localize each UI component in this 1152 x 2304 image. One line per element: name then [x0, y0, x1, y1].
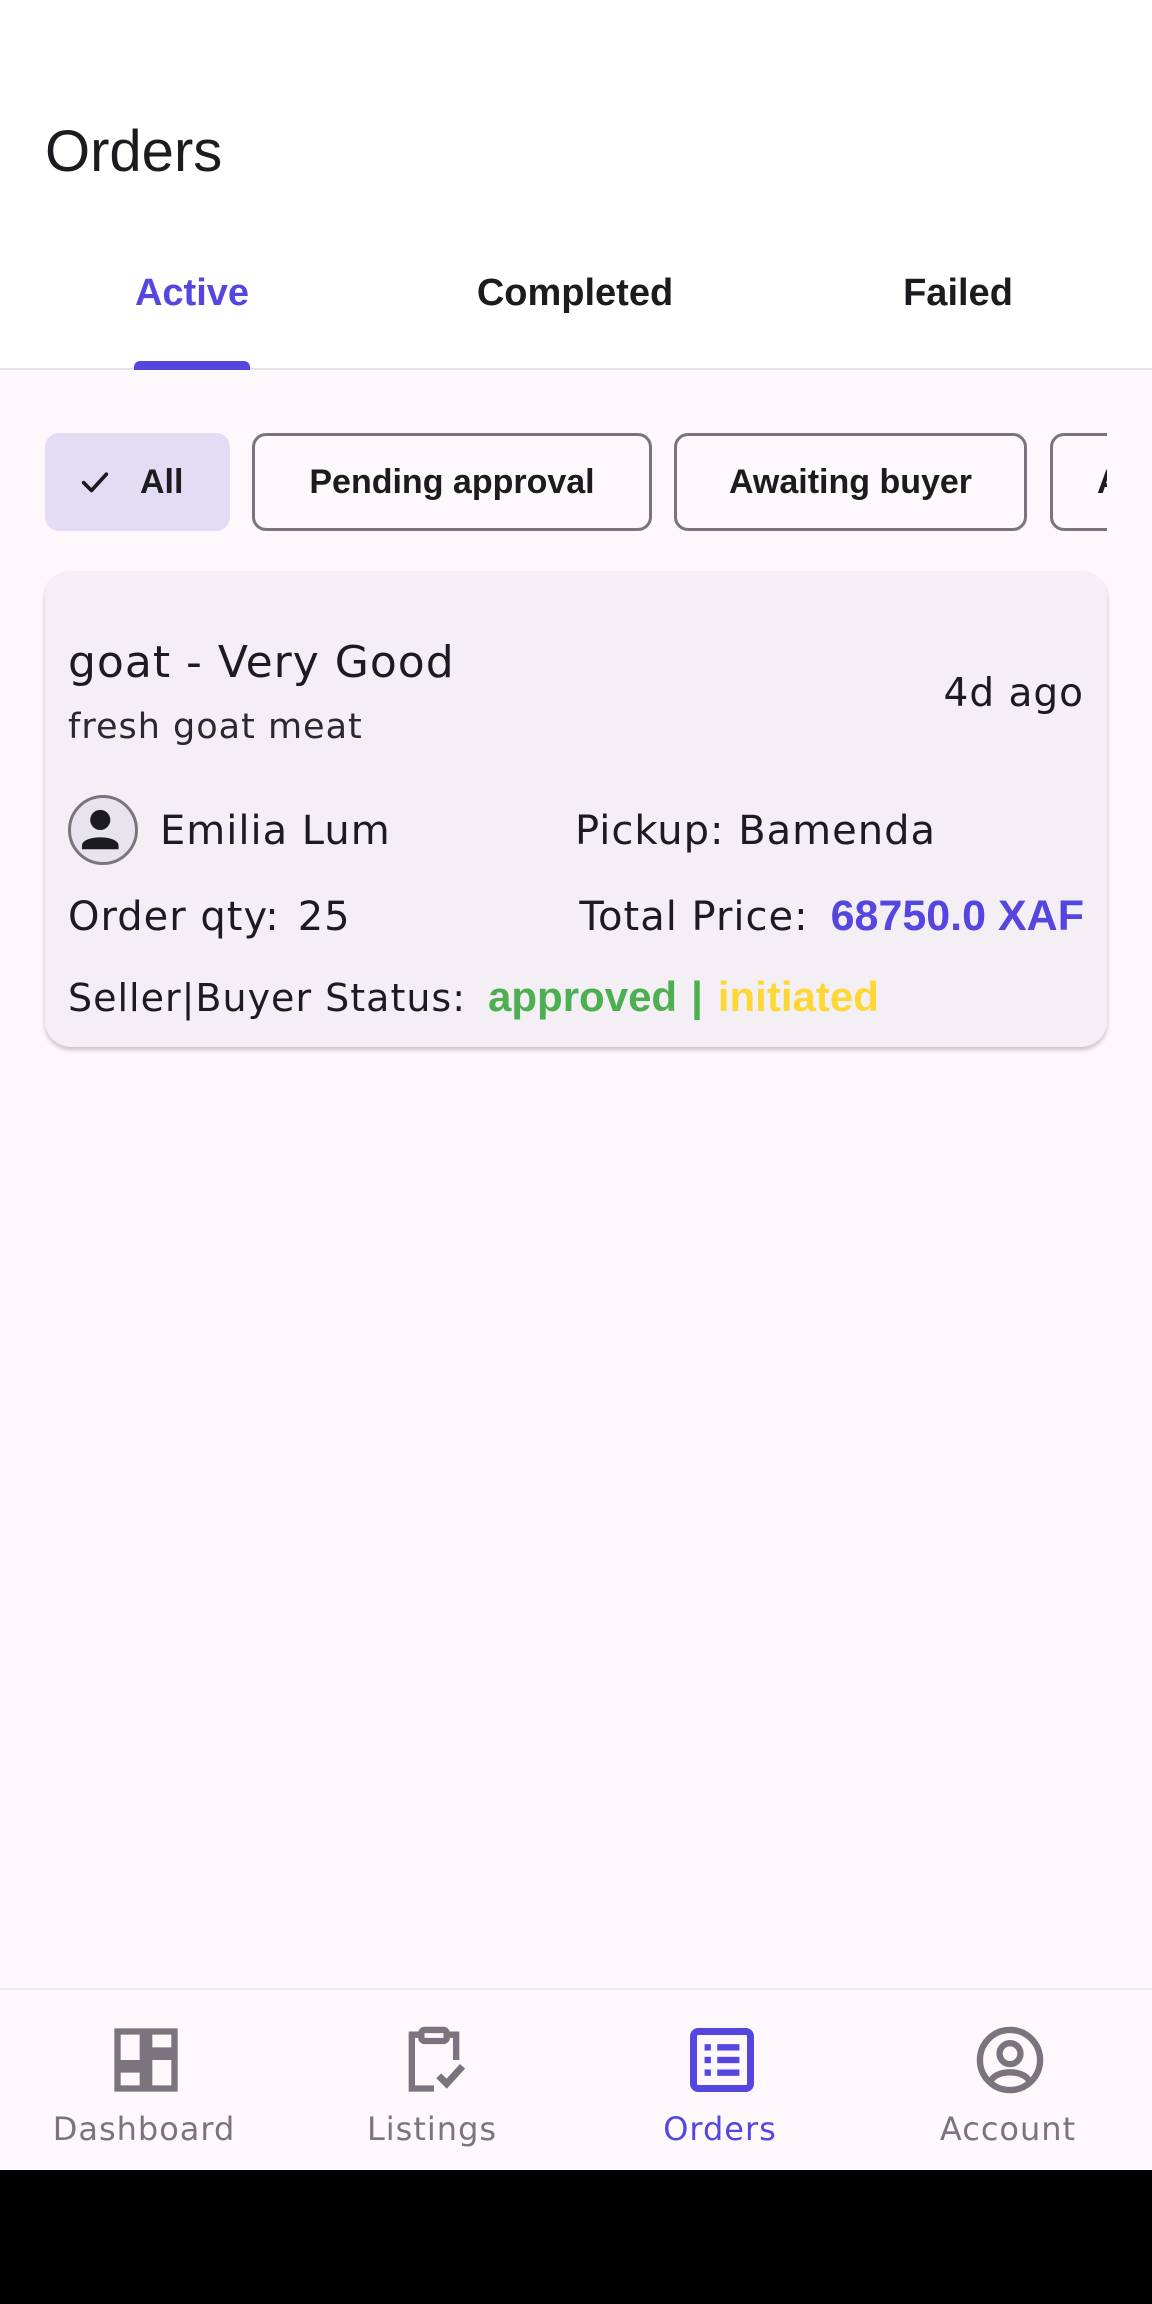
order-status-label: Seller|Buyer Status: — [68, 976, 467, 1020]
account-circle-icon — [976, 2026, 1044, 2094]
bottom-navigation: Dashboard Listings Orders Account — [0, 1988, 1152, 2170]
order-description: fresh goat meat — [68, 707, 363, 747]
page-title: Orders — [45, 119, 223, 184]
tab-active[interactable]: Active — [92, 272, 292, 322]
nav-label: Orders — [663, 2110, 777, 2148]
filter-chip-row: All Pending approval Awaiting buyer A — [45, 433, 1107, 531]
filter-chip-more[interactable]: A — [1050, 433, 1107, 531]
order-status: Seller|Buyer Status: approved | initiate… — [68, 973, 879, 1021]
tab-indicator — [134, 361, 250, 370]
app-bar: Orders Active Completed Failed — [0, 0, 1152, 370]
nav-item-listings[interactable]: Listings — [288, 1990, 576, 2172]
filter-chip-label: Pending approval — [309, 462, 595, 501]
dashboard-icon — [114, 2028, 178, 2092]
total-price-label: Total Price: — [579, 894, 809, 940]
system-navigation-bar — [0, 2170, 1152, 2304]
filter-chip-label: A — [1097, 463, 1107, 502]
order-card[interactable]: goat - Very Good fresh goat meat 4d ago … — [45, 571, 1107, 1047]
buyer-status: initiated — [717, 973, 879, 1020]
nav-label: Dashboard — [52, 2110, 236, 2148]
nav-label: Account — [939, 2110, 1077, 2148]
status-separator: | — [691, 973, 704, 1020]
total-price: Total Price: 68750.0 XAF — [579, 892, 1084, 941]
pickup-location: Pickup: Bamenda — [575, 808, 936, 854]
list-icon — [690, 2028, 754, 2092]
order-title: goat - Very Good — [68, 637, 455, 688]
order-qty-value: 25 — [297, 894, 351, 940]
nav-item-orders[interactable]: Orders — [576, 1990, 864, 2172]
order-qty-label: Order qty: — [68, 894, 280, 940]
check-icon — [81, 472, 109, 493]
nav-label: Listings — [366, 2110, 498, 2148]
filter-chip-label: Awaiting buyer — [728, 462, 973, 501]
tab-failed[interactable]: Failed — [858, 272, 1058, 322]
tab-completed[interactable]: Completed — [440, 272, 710, 322]
order-qty: Order qty: 25 — [68, 894, 351, 940]
total-price-value: 68750.0 XAF — [830, 892, 1084, 940]
clipboard-check-icon — [408, 2026, 466, 2092]
nav-item-dashboard[interactable]: Dashboard — [0, 1990, 288, 2172]
filter-chip-all[interactable]: All — [45, 433, 230, 531]
order-time-ago: 4d ago — [943, 671, 1084, 716]
seller-status: approved — [488, 973, 678, 1020]
person-icon — [68, 795, 138, 865]
filter-chip-awaiting-buyer[interactable]: Awaiting buyer — [674, 433, 1027, 531]
filter-chip-pending-approval[interactable]: Pending approval — [252, 433, 652, 531]
filter-chip-label: All — [140, 462, 184, 501]
buyer-name: Emilia Lum — [160, 808, 391, 854]
nav-item-account[interactable]: Account — [864, 1990, 1152, 2172]
